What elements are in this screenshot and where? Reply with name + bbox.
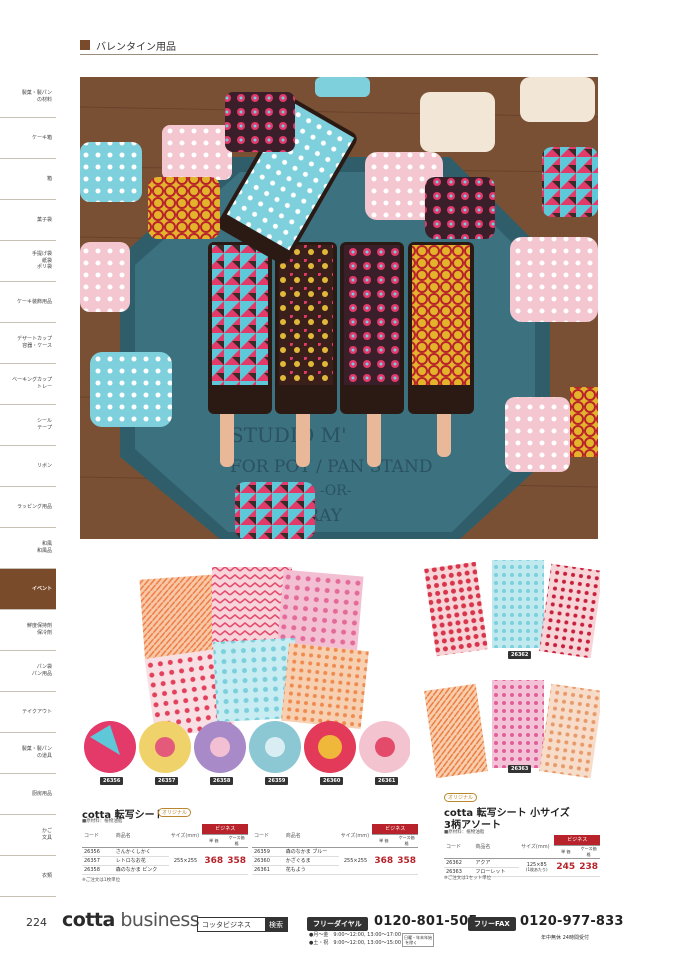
sidebar-item-13[interactable]: イベント bbox=[0, 569, 56, 610]
product2-original-badge: オリジナル bbox=[444, 793, 478, 802]
sidebar-item-20[interactable]: 衣類 bbox=[0, 856, 56, 897]
sidebar-item-6[interactable]: ケーキ装飾用品 bbox=[0, 282, 56, 323]
sidebar-item-label: シール テープ bbox=[36, 418, 52, 431]
sidebar-item-14[interactable]: 鮮度保持剤 保冷剤 bbox=[0, 610, 56, 651]
table-row: 26356 さんかくしかく 255×255 368 358 bbox=[82, 847, 248, 875]
fax-label: フリーFAX bbox=[468, 917, 516, 931]
sidebar-item-16[interactable]: テイクアウト bbox=[0, 692, 56, 733]
tag-26358: 26358 bbox=[210, 777, 234, 785]
closed-note: 日曜・年末年始 を除く bbox=[402, 933, 434, 948]
sidebar-item-8[interactable]: ベーキングカップ トレー bbox=[0, 364, 56, 405]
sidebar-item-2[interactable]: ケーキ箱 bbox=[0, 118, 56, 159]
section-header: バレンタイン用品 bbox=[80, 38, 598, 55]
sidebar-item-label: デザートカップ 容器・ケース bbox=[16, 336, 52, 349]
section-title: バレンタイン用品 bbox=[96, 42, 176, 53]
sidebar-item-12[interactable]: 和風 和風品 bbox=[0, 528, 56, 569]
sidebar-item-label: 衣類 bbox=[41, 872, 52, 879]
sidebar-item-9[interactable]: シール テープ bbox=[0, 405, 56, 446]
page-number: 224 bbox=[26, 916, 47, 929]
product1-table-right: コード 商品名 サイズ(mm) ビジネス 単 価 ケース価格 26359 森のなか… bbox=[252, 824, 418, 875]
sidebar-item-label: 鮮度保持剤 保冷剤 bbox=[26, 623, 52, 636]
fax-note: 年中無休 24時間受付 bbox=[541, 935, 589, 941]
sidebar-item-19[interactable]: かご 文具 bbox=[0, 815, 56, 856]
small-sheets-image: 26362 26363 bbox=[420, 555, 603, 790]
tag-26359: 26359 bbox=[265, 777, 289, 785]
tag-26362: 26362 bbox=[508, 651, 532, 659]
sidebar-item-18[interactable]: 厨房用品 bbox=[0, 774, 56, 815]
product2-footnote: ※ご注文は1セット単位 bbox=[444, 876, 492, 881]
sidebar-item-10[interactable]: リボン bbox=[0, 446, 56, 487]
sidebar-item-label: かご 文具 bbox=[41, 828, 52, 841]
sidebar-item-label: 製菓・製パン の道具 bbox=[21, 746, 52, 759]
search-text: コッタビジネス bbox=[202, 921, 251, 929]
tag-26356: 26356 bbox=[100, 777, 124, 785]
sidebar-item-5[interactable]: 手提げ袋 紙袋 ポリ袋 bbox=[0, 241, 56, 282]
sidebar-item-label: イベント bbox=[31, 585, 52, 592]
product2-table: コード 商品名 サイズ(mm) ビジネス 単 価 ケース価格 26362 アクア … bbox=[444, 835, 600, 877]
fax-number: 0120-977-833 bbox=[520, 914, 624, 929]
table-row: 26362 アクア 125×85 (1枚あたり) 245 238 bbox=[444, 858, 600, 877]
header-square-icon bbox=[80, 40, 90, 50]
svg-text:-OR-: -OR- bbox=[320, 483, 352, 499]
product1-table-left: コード 商品名 サイズ(mm) ビジネス 単 価 ケース価格 26356 さんかく… bbox=[82, 824, 248, 875]
tray-emboss-text: STUDIO M' bbox=[230, 423, 347, 447]
transfer-sheets-image: 26356 26357 26358 26359 26360 26361 bbox=[80, 565, 411, 795]
sidebar-item-label: ベーキングカップ トレー bbox=[12, 377, 52, 390]
sidebar-item-7[interactable]: デザートカップ 容器・ケース bbox=[0, 323, 56, 364]
sidebar-item-3[interactable]: 箱 bbox=[0, 159, 56, 200]
sidebar-item-4[interactable]: 菓子袋 bbox=[0, 200, 56, 241]
table-row: 26359 森のなかま ブルー 255×255 368 358 bbox=[252, 847, 418, 875]
sidebar-item-label: 製菓・製パン の材料 bbox=[21, 90, 52, 103]
sidebar-item-label: 手提げ袋 紙袋 ポリ袋 bbox=[31, 250, 52, 271]
sidebar-item-15[interactable]: パン袋 パン用品 bbox=[0, 651, 56, 692]
sidebar-item-label: 箱 bbox=[46, 175, 52, 182]
sidebar-nav: 製菓・製パン の材料ケーキ箱箱菓子袋手提げ袋 紙袋 ポリ袋ケーキ装飾用品デザート… bbox=[0, 77, 56, 897]
free-dial-label: フリーダイヤル bbox=[307, 917, 368, 931]
sidebar-item-1[interactable]: 製菓・製パン の材料 bbox=[0, 77, 56, 118]
svg-text:FOR POT / PAN STAND: FOR POT / PAN STAND bbox=[230, 457, 432, 477]
sidebar-item-11[interactable]: ラッピング用品 bbox=[0, 487, 56, 528]
search-button[interactable]: 検索 bbox=[265, 918, 287, 931]
sidebar-item-17[interactable]: 製菓・製パン の道具 bbox=[0, 733, 56, 774]
free-dial-number: 0120-801-505 bbox=[374, 914, 478, 929]
search-box[interactable]: コッタビジネス 検索 bbox=[197, 917, 288, 932]
sidebar-item-label: ラッピング用品 bbox=[16, 503, 52, 510]
product1-original-badge: オリジナル bbox=[158, 808, 192, 817]
sidebar-item-label: リボン bbox=[36, 462, 52, 469]
tag-26363: 26363 bbox=[508, 765, 532, 773]
sidebar-item-label: パン袋 パン用品 bbox=[31, 664, 52, 677]
sidebar-item-label: テイクアウト bbox=[22, 708, 52, 715]
business-hours: ●月〜金 9:00〜12:00, 13:00〜17:00 ●土・祝 9:00〜1… bbox=[309, 932, 401, 946]
tag-26360: 26360 bbox=[320, 777, 344, 785]
tag-26361: 26361 bbox=[375, 777, 399, 785]
cotta-business-logo: cotta business bbox=[62, 909, 200, 931]
sidebar-item-label: 菓子袋 bbox=[36, 216, 52, 223]
tag-26357: 26357 bbox=[155, 777, 179, 785]
sidebar-item-label: 厨房用品 bbox=[31, 790, 52, 797]
sidebar-item-label: ケーキ箱 bbox=[31, 134, 52, 141]
hero-photo: STUDIO M' FOR POT / PAN STAND -OR- TRAY bbox=[80, 77, 598, 539]
sidebar-item-label: ケーキ装飾用品 bbox=[16, 298, 52, 305]
product1-footnote: ※ご注文は1枚単位 bbox=[82, 878, 121, 883]
sidebar-item-label: 和風 和風品 bbox=[36, 541, 52, 554]
